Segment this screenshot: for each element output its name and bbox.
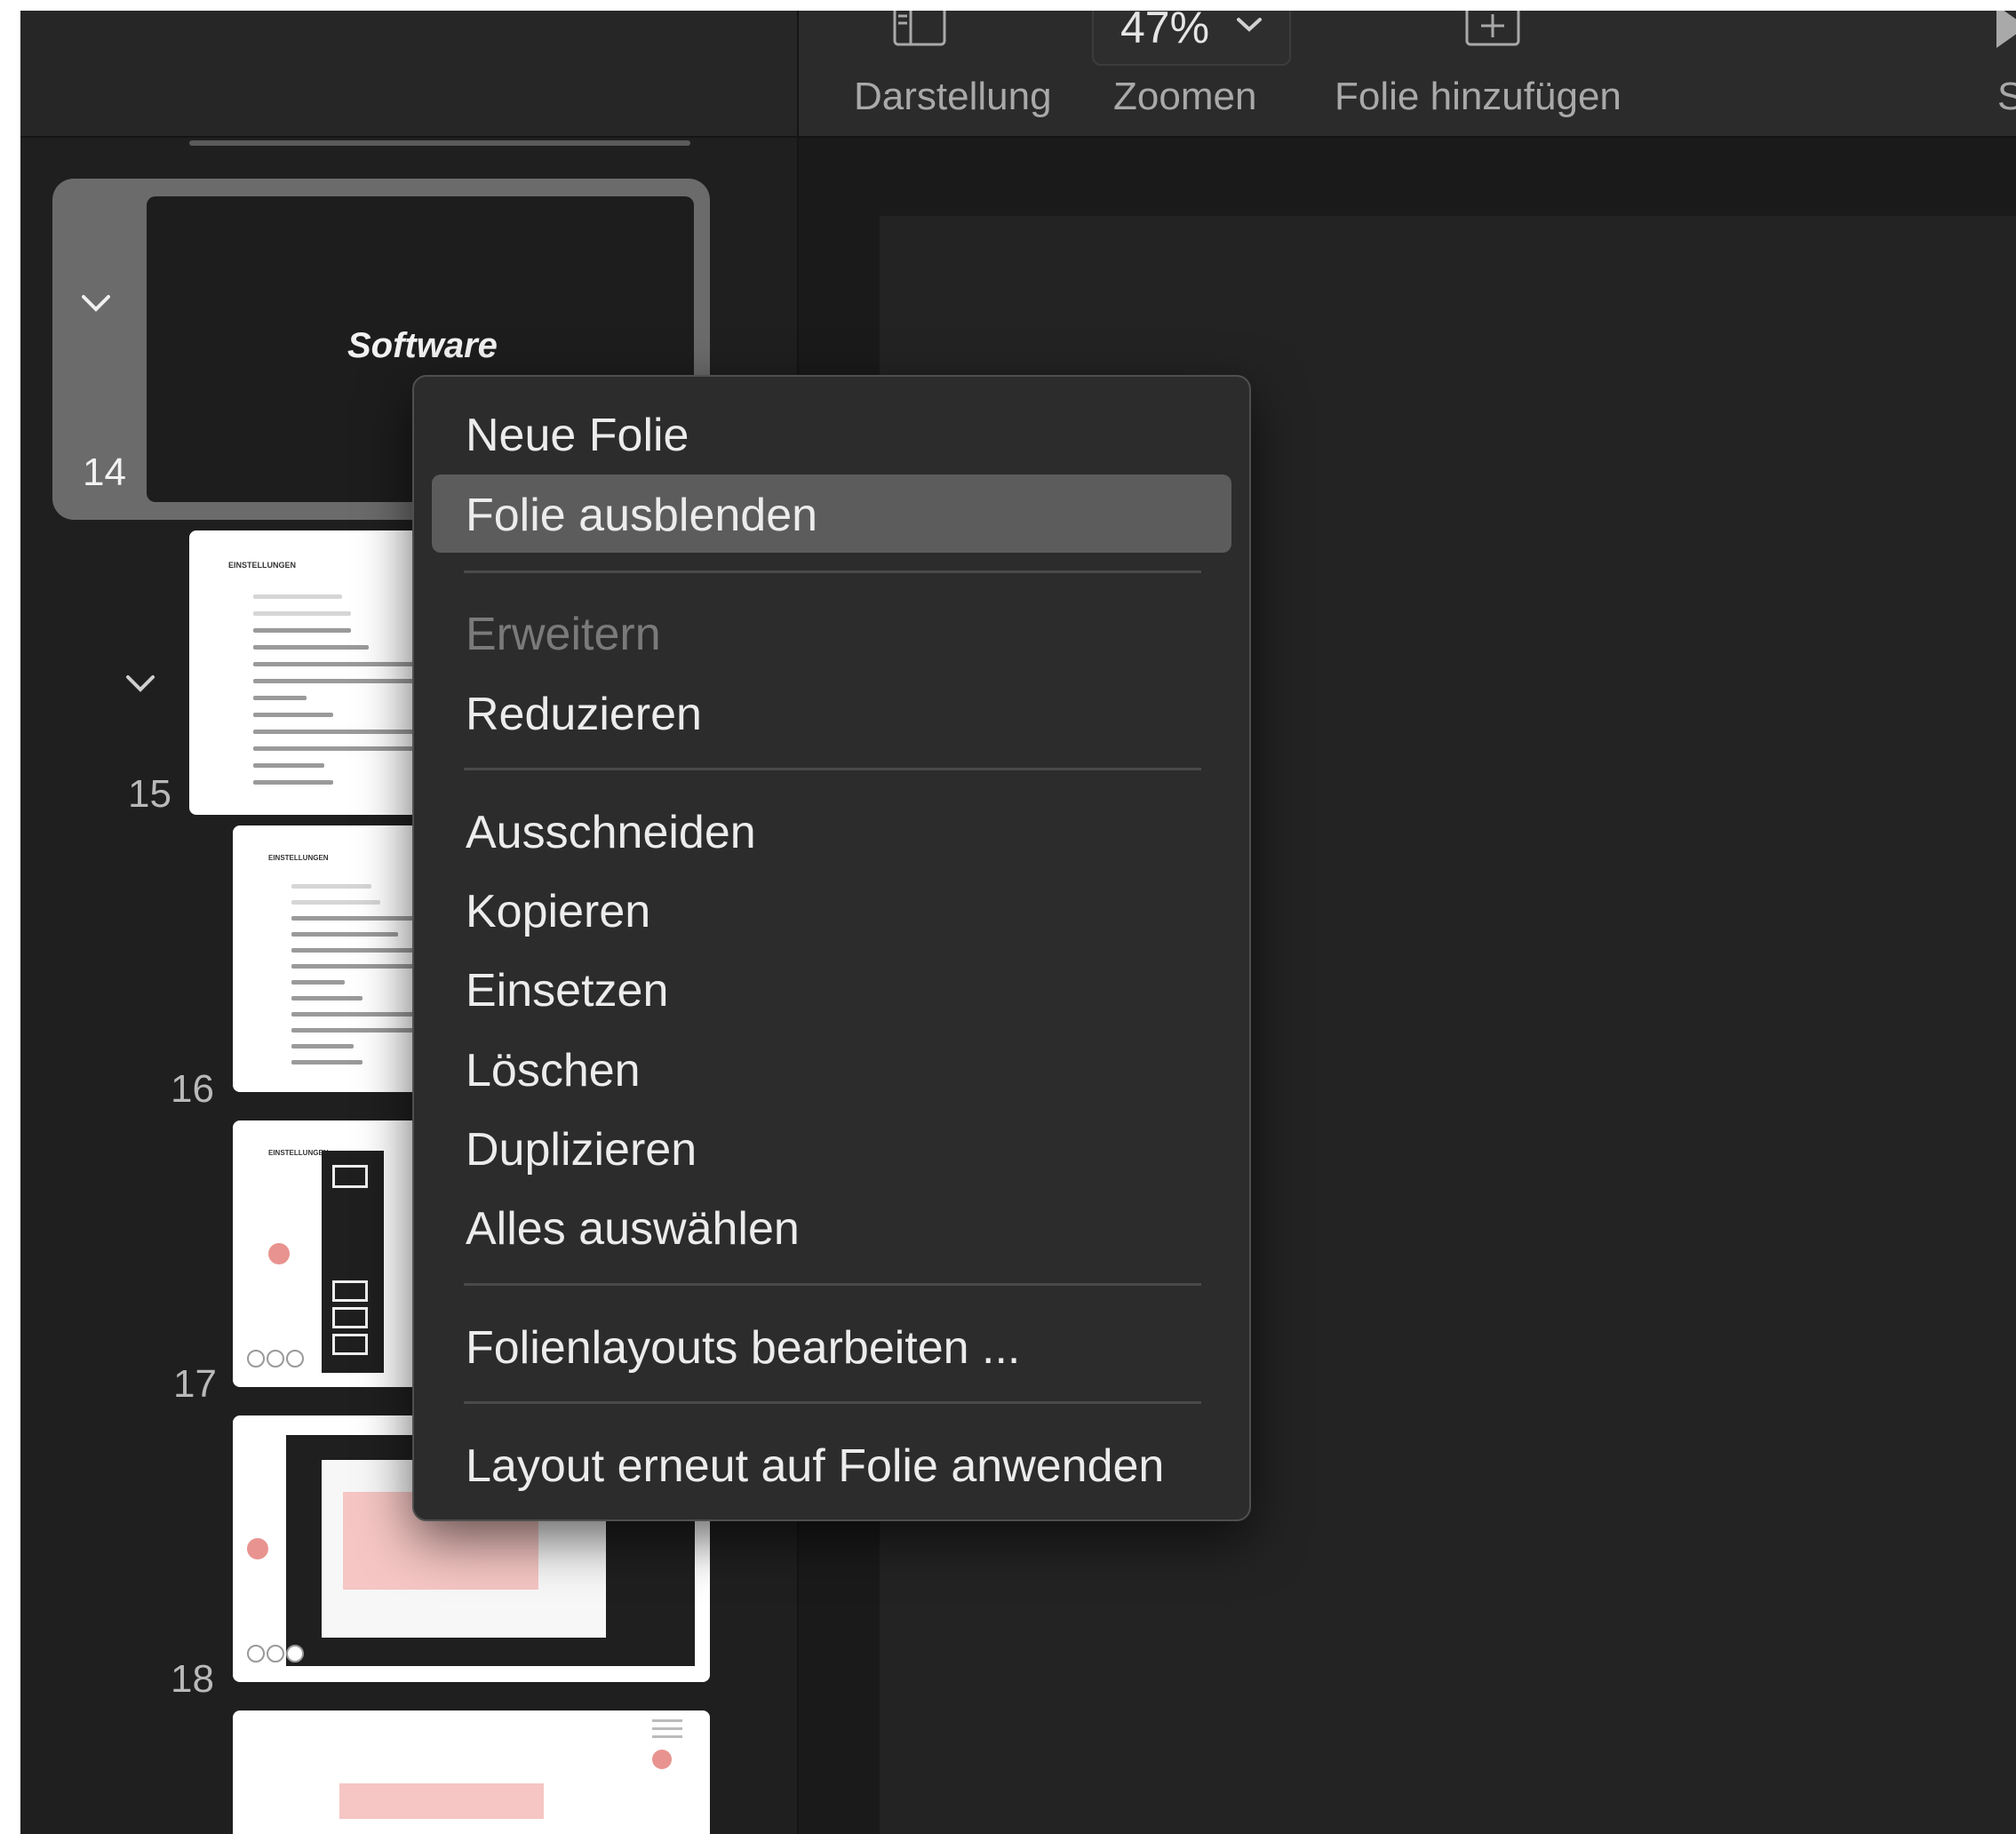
chevron-down-icon [1237,18,1262,32]
navigator-scrollbar[interactable] [189,140,690,146]
menu-separator [464,570,1201,573]
menu-item-collapse[interactable]: Reduzieren [432,674,1231,752]
pink-dot [268,1243,290,1264]
slide-number: 16 [171,1067,214,1111]
slide-heading: EINSTELLUNGEN [228,561,297,570]
slide-heading: EINSTELLUNGEN [268,1149,329,1157]
keynote-window: Darstellung 47% Zoomen Folie hinzufügen [20,11,2016,1834]
zoom-label: Zoomen [1113,75,1257,118]
view-button[interactable]: Darstellung [799,11,1052,136]
menu-item-label: Layout erneut auf Folie anwenden [466,1440,1165,1492]
pink-dot [652,1750,672,1769]
menu-item-label: Einsetzen [466,965,669,1017]
pink-dot [247,1538,268,1559]
menu-item-label: Alles auswählen [466,1203,800,1255]
pagination-dots [247,1350,309,1368]
menu-item-hide-slide[interactable]: Folie ausblenden [432,474,1231,553]
menu-item-label: Reduzieren [466,689,702,740]
menu-item-label: Kopieren [466,886,651,937]
slide-number: 14 [83,451,126,494]
add-slide-button[interactable]: Folie hinzufügen [1332,11,1661,136]
menu-item-label: Erweitern [466,609,661,660]
pagination-dots [247,1645,309,1663]
slide-heading: EINSTELLUNGEN [268,854,329,862]
play-label: Sta [1997,75,2016,118]
menu-lines-icon [652,1719,682,1744]
menu-item-duplicate[interactable]: Duplizieren [432,1109,1231,1187]
menu-item-label: Ausschneiden [466,807,756,858]
menu-item-label: Duplizieren [466,1124,697,1176]
menu-item-cut[interactable]: Ausschneiden [432,792,1231,870]
slide-number: 18 [171,1657,214,1701]
menu-item-expand: Erweitern [432,594,1231,672]
slide-number: 17 [173,1362,217,1406]
menu-item-label: Neue Folie [466,410,689,461]
toolbar-left-area [20,11,797,138]
menu-item-label: Folie ausblenden [466,490,818,541]
slide-title: Software [347,326,498,365]
add-slide-icon [1465,11,1520,46]
zoom-dropdown[interactable]: 47% [1092,11,1291,66]
menu-item-delete[interactable]: Löschen [432,1030,1231,1108]
slide-thumbnail[interactable] [233,1710,710,1834]
toolbar: Darstellung 47% Zoomen Folie hinzufügen [799,11,2016,138]
view-label: Darstellung [854,75,1052,118]
context-menu: Neue Folie Folie ausblenden Erweitern Re… [412,375,1251,1521]
add-slide-label: Folie hinzufügen [1335,75,1622,118]
play-button[interactable]: Sta [1972,11,2016,136]
menu-item-copy[interactable]: Kopieren [432,871,1231,949]
menu-item-label: Folienlayouts bearbeiten ... [466,1322,1021,1374]
menu-item-reapply-layout[interactable]: Layout erneut auf Folie anwenden [432,1425,1231,1503]
menu-separator [464,1401,1201,1404]
play-icon [1996,11,2016,48]
menu-item-new-slide[interactable]: Neue Folie [432,395,1231,473]
menu-item-edit-layouts[interactable]: Folienlayouts bearbeiten ... [432,1307,1231,1385]
menu-item-select-all[interactable]: Alles auswählen [432,1188,1231,1266]
collapse-chevron-icon[interactable] [81,294,111,312]
slide-number: 15 [128,772,171,816]
menu-separator [464,1283,1201,1286]
menu-item-label: Löschen [466,1045,641,1096]
menu-item-paste[interactable]: Einsetzen [432,950,1231,1028]
collapse-chevron-icon[interactable] [125,674,155,692]
zoom-control[interactable]: 47% Zoomen [1092,11,1296,136]
menu-separator [464,768,1201,770]
zoom-value: 47% [1120,11,1210,52]
sidebar-view-icon [893,11,946,46]
